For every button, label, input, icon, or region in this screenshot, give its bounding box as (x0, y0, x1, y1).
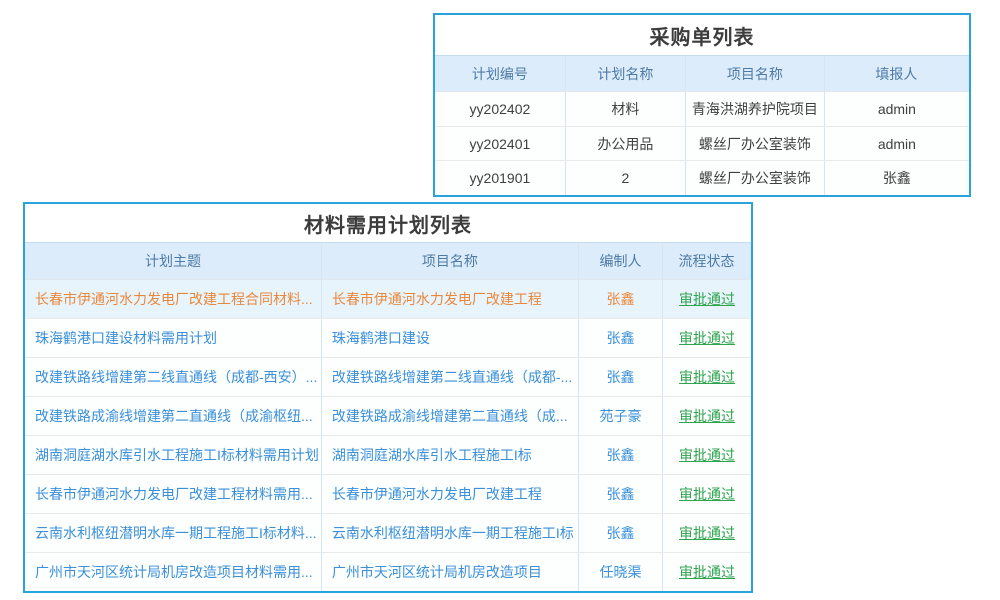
table-row[interactable]: 改建铁路成渝线增建第二直通线（成渝枢纽...改建铁路成渝线增建第二直通线（成..… (25, 397, 751, 436)
compiler-link[interactable]: 任晓渠 (579, 553, 663, 591)
project-name-link[interactable]: 广州市天河区统计局机房改造项目 (322, 553, 579, 591)
table-cell: 螺丝厂办公室装饰 (686, 127, 825, 161)
column-header: 填报人 (825, 56, 969, 91)
purchase-table-body: yy202402材料青海洪湖养护院项目adminyy202401办公用品螺丝厂办… (435, 92, 969, 195)
plan-subject-link[interactable]: 改建铁路线增建第二线直通线（成都-西安）... (25, 358, 322, 396)
table-cell: admin (825, 92, 969, 126)
material-plan-list-panel: 材料需用计划列表 计划主题项目名称编制人流程状态 长春市伊通河水力发电厂改建工程… (23, 202, 753, 593)
purchase-list-panel: 采购单列表 计划编号计划名称项目名称填报人 yy202402材料青海洪湖养护院项… (433, 13, 971, 197)
table-cell: yy202402 (435, 92, 566, 126)
table-row[interactable]: yy2019012螺丝厂办公室装饰张鑫 (435, 161, 969, 195)
status-link[interactable]: 审批通过 (663, 319, 751, 357)
project-name-link[interactable]: 云南水利枢纽潜明水库一期工程施工I标 (322, 514, 579, 552)
compiler-link[interactable]: 张鑫 (579, 436, 663, 474)
table-row[interactable]: 长春市伊通河水力发电厂改建工程合同材料...长春市伊通河水力发电厂改建工程张鑫审… (25, 280, 751, 319)
material-panel-title: 材料需用计划列表 (25, 204, 751, 242)
status-link[interactable]: 审批通过 (663, 553, 751, 591)
column-header: 项目名称 (686, 56, 825, 91)
plan-subject-link[interactable]: 云南水利枢纽潜明水库一期工程施工I标材料... (25, 514, 322, 552)
column-header: 项目名称 (322, 243, 579, 279)
column-header: 编制人 (579, 243, 663, 279)
table-cell: 螺丝厂办公室装饰 (686, 161, 825, 195)
compiler-link[interactable]: 苑子豪 (579, 397, 663, 435)
table-cell: 青海洪湖养护院项目 (686, 92, 825, 126)
table-cell: 张鑫 (825, 161, 969, 195)
plan-subject-link[interactable]: 珠海鹤港口建设材料需用计划 (25, 319, 322, 357)
table-cell: yy202401 (435, 127, 566, 161)
table-row[interactable]: yy202401办公用品螺丝厂办公室装饰admin (435, 127, 969, 162)
project-name-link[interactable]: 改建铁路线增建第二线直通线（成都-... (322, 358, 579, 396)
status-link[interactable]: 审批通过 (663, 475, 751, 513)
table-cell: admin (825, 127, 969, 161)
compiler-link[interactable]: 张鑫 (579, 514, 663, 552)
status-link[interactable]: 审批通过 (663, 397, 751, 435)
plan-subject-link[interactable]: 长春市伊通河水力发电厂改建工程材料需用... (25, 475, 322, 513)
status-link[interactable]: 审批通过 (663, 358, 751, 396)
plan-subject-link[interactable]: 改建铁路成渝线增建第二直通线（成渝枢纽... (25, 397, 322, 435)
project-name-link[interactable]: 长春市伊通河水力发电厂改建工程 (322, 475, 579, 513)
plan-subject-link[interactable]: 广州市天河区统计局机房改造项目材料需用... (25, 553, 322, 591)
status-link[interactable]: 审批通过 (663, 514, 751, 552)
plan-subject-link[interactable]: 长春市伊通河水力发电厂改建工程合同材料... (25, 280, 322, 318)
project-name-link[interactable]: 珠海鹤港口建设 (322, 319, 579, 357)
table-row[interactable]: 广州市天河区统计局机房改造项目材料需用...广州市天河区统计局机房改造项目任晓渠… (25, 553, 751, 591)
column-header: 计划编号 (435, 56, 566, 91)
project-name-link[interactable]: 湖南洞庭湖水库引水工程施工I标 (322, 436, 579, 474)
plan-subject-link[interactable]: 湖南洞庭湖水库引水工程施工I标材料需用计划 (25, 436, 322, 474)
status-link[interactable]: 审批通过 (663, 436, 751, 474)
material-table-header-row: 计划主题项目名称编制人流程状态 (25, 242, 751, 280)
table-row[interactable]: 改建铁路线增建第二线直通线（成都-西安）...改建铁路线增建第二线直通线（成都-… (25, 358, 751, 397)
project-name-link[interactable]: 改建铁路成渝线增建第二直通线（成... (322, 397, 579, 435)
compiler-link[interactable]: 张鑫 (579, 319, 663, 357)
column-header: 流程状态 (663, 243, 751, 279)
column-header: 计划主题 (25, 243, 322, 279)
compiler-link[interactable]: 张鑫 (579, 280, 663, 318)
purchase-panel-title: 采购单列表 (435, 15, 969, 55)
table-row[interactable]: yy202402材料青海洪湖养护院项目admin (435, 92, 969, 127)
table-cell: yy201901 (435, 161, 566, 195)
compiler-link[interactable]: 张鑫 (579, 358, 663, 396)
material-table-body: 长春市伊通河水力发电厂改建工程合同材料...长春市伊通河水力发电厂改建工程张鑫审… (25, 280, 751, 591)
purchase-table-header-row: 计划编号计划名称项目名称填报人 (435, 55, 969, 92)
column-header: 计划名称 (566, 56, 686, 91)
status-link[interactable]: 审批通过 (663, 280, 751, 318)
table-cell: 办公用品 (566, 127, 686, 161)
compiler-link[interactable]: 张鑫 (579, 475, 663, 513)
table-row[interactable]: 湖南洞庭湖水库引水工程施工I标材料需用计划湖南洞庭湖水库引水工程施工I标张鑫审批… (25, 436, 751, 475)
table-row[interactable]: 云南水利枢纽潜明水库一期工程施工I标材料...云南水利枢纽潜明水库一期工程施工I… (25, 514, 751, 553)
table-row[interactable]: 珠海鹤港口建设材料需用计划珠海鹤港口建设张鑫审批通过 (25, 319, 751, 358)
table-cell: 2 (566, 161, 686, 195)
table-cell: 材料 (566, 92, 686, 126)
project-name-link[interactable]: 长春市伊通河水力发电厂改建工程 (322, 280, 579, 318)
table-row[interactable]: 长春市伊通河水力发电厂改建工程材料需用...长春市伊通河水力发电厂改建工程张鑫审… (25, 475, 751, 514)
